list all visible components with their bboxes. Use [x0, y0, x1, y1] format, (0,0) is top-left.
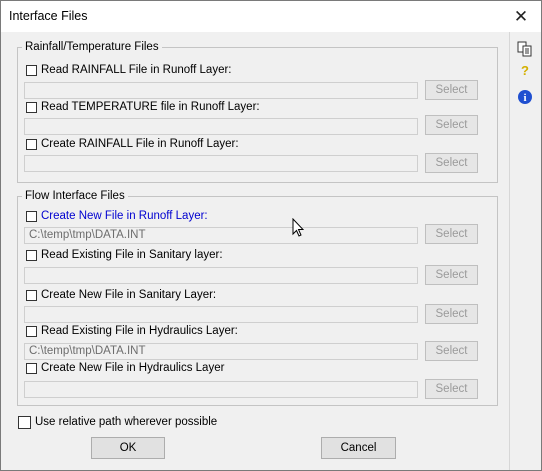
read-sanitary-file-label: Read Existing File in Sanitary layer:	[41, 249, 223, 261]
read-rainfall-select-button[interactable]: Select	[425, 80, 478, 100]
relative-path-checkbox[interactable]	[18, 415, 31, 429]
help-question-icon[interactable]: ?	[521, 63, 537, 79]
create-hydraulics-file-select-button[interactable]: Select	[425, 379, 478, 399]
close-button[interactable]: ✕	[501, 1, 541, 32]
relative-path-checkbox-row[interactable]: Use relative path wherever possible	[18, 415, 217, 429]
read-sanitary-file-checkbox[interactable]	[26, 249, 37, 261]
flow-interface-group: Flow Interface Files Create New File in …	[17, 189, 498, 406]
create-hydraulics-file-label: Create New File in Hydraulics Layer	[41, 362, 225, 374]
create-sanitary-file-path-field[interactable]	[24, 306, 418, 323]
svg-text:i: i	[523, 92, 526, 104]
read-sanitary-file-select-button[interactable]: Select	[425, 265, 478, 285]
create-sanitary-file-checkbox[interactable]	[26, 289, 37, 301]
rainfall-group-legend: Rainfall/Temperature Files	[22, 40, 162, 54]
read-rainfall-checkbox-row[interactable]: Read RAINFALL File in Runoff Layer:	[26, 63, 232, 77]
read-hydraulics-file-checkbox[interactable]	[26, 325, 37, 337]
read-sanitary-file-checkbox-row[interactable]: Read Existing File in Sanitary layer:	[26, 248, 223, 262]
create-sanitary-file-label: Create New File in Sanitary Layer:	[41, 289, 217, 301]
ok-button[interactable]: OK	[91, 437, 165, 459]
create-runoff-file-path-field[interactable]: C:\temp\tmp\DATA.INT	[24, 227, 418, 244]
create-hydraulics-file-checkbox[interactable]	[26, 362, 37, 374]
read-temperature-path-field[interactable]	[24, 118, 418, 135]
create-runoff-file-checkbox-row[interactable]: Create New File in Runoff Layer:	[26, 209, 208, 223]
create-sanitary-file-checkbox-row[interactable]: Create New File in Sanitary Layer:	[26, 288, 216, 302]
read-sanitary-file-path-field[interactable]	[24, 267, 418, 284]
read-hydraulics-file-label: Read Existing File in Hydraulics Layer:	[41, 325, 238, 337]
flow-group-legend: Flow Interface Files	[22, 189, 128, 203]
read-rainfall-label: Read RAINFALL File in Runoff Layer:	[41, 64, 232, 76]
create-hydraulics-file-path-field[interactable]	[24, 381, 418, 398]
sidebar-divider	[509, 32, 510, 470]
read-temperature-select-button[interactable]: Select	[425, 115, 478, 135]
create-sanitary-file-select-button[interactable]: Select	[425, 304, 478, 324]
read-temperature-label: Read TEMPERATURE file in Runoff Layer:	[41, 101, 260, 113]
info-icon[interactable]: i	[517, 89, 533, 105]
create-rainfall-select-button[interactable]: Select	[425, 153, 478, 173]
copy-pages-icon[interactable]	[517, 41, 533, 57]
cancel-button[interactable]: Cancel	[321, 437, 396, 459]
create-rainfall-checkbox[interactable]	[26, 138, 37, 150]
create-rainfall-checkbox-row[interactable]: Create RAINFALL File in Runoff Layer:	[26, 137, 239, 151]
read-rainfall-checkbox[interactable]	[26, 64, 37, 76]
read-hydraulics-file-path-field[interactable]: C:\temp\tmp\DATA.INT	[24, 343, 418, 360]
create-rainfall-path-field[interactable]	[24, 155, 418, 172]
title-bar: Interface Files ✕	[1, 1, 541, 32]
read-temperature-checkbox[interactable]	[26, 101, 37, 113]
rainfall-temperature-group: Rainfall/Temperature Files Read RAINFALL…	[17, 40, 498, 183]
read-hydraulics-file-checkbox-row[interactable]: Read Existing File in Hydraulics Layer:	[26, 324, 238, 338]
relative-path-label: Use relative path wherever possible	[35, 416, 218, 428]
create-runoff-file-checkbox[interactable]	[26, 210, 37, 222]
read-temperature-checkbox-row[interactable]: Read TEMPERATURE file in Runoff Layer:	[26, 100, 260, 114]
mouse-pointer-icon	[292, 218, 304, 237]
create-runoff-file-label: Create New File in Runoff Layer:	[41, 210, 208, 222]
create-hydraulics-file-checkbox-row[interactable]: Create New File in Hydraulics Layer	[26, 361, 224, 375]
interface-files-dialog: Interface Files ✕ ? i Rainfall/Temperatu…	[0, 0, 542, 471]
read-rainfall-path-field[interactable]	[24, 82, 418, 99]
create-runoff-file-select-button[interactable]: Select	[425, 224, 478, 244]
window-title: Interface Files	[9, 9, 88, 23]
create-rainfall-label: Create RAINFALL File in Runoff Layer:	[41, 138, 239, 150]
read-hydraulics-file-select-button[interactable]: Select	[425, 341, 478, 361]
